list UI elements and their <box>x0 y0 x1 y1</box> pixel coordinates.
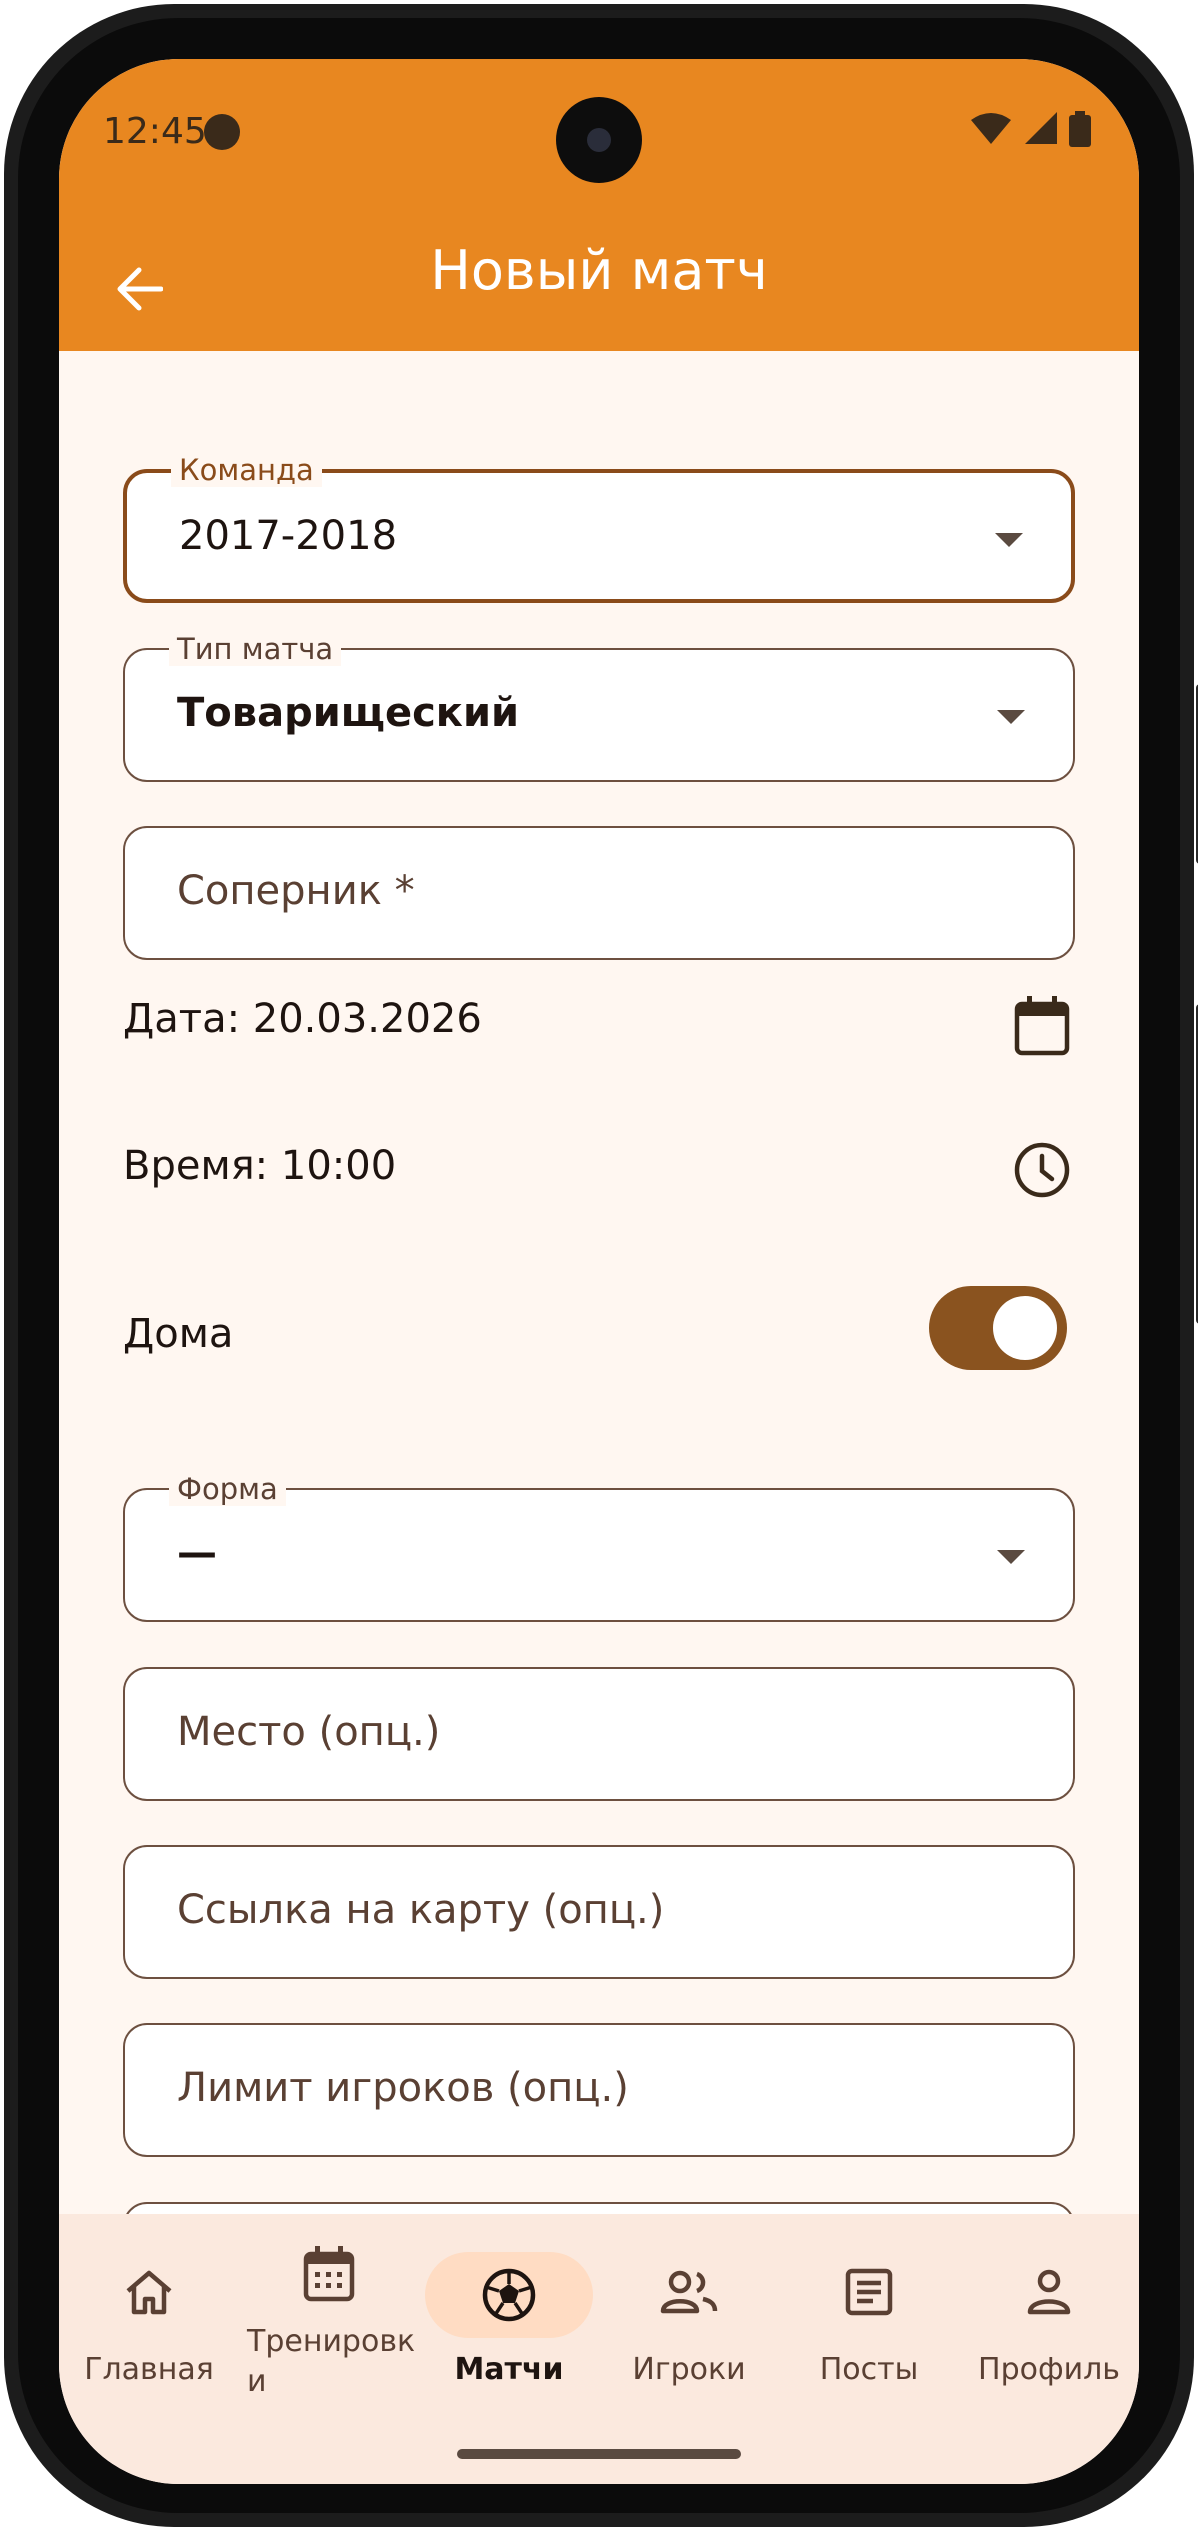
home-indicator[interactable] <box>457 2449 741 2459</box>
nav-label-players: Игроки <box>632 2352 746 2387</box>
status-icons <box>971 111 1091 147</box>
nav-icon-posts <box>829 2252 909 2332</box>
nav-label-profile: Профиль <box>978 2352 1120 2387</box>
nav-label-matches: Матчи <box>454 2352 564 2387</box>
calendar-icon <box>303 2246 355 2302</box>
nav-item-home[interactable]: Главная <box>59 2214 239 2414</box>
nav-item-matches[interactable]: Матчи <box>419 2214 599 2414</box>
nav-label-home: Главная <box>84 2352 214 2387</box>
front-camera <box>556 97 642 183</box>
home-label: Дома <box>123 1311 234 1357</box>
toggle-knob <box>993 1296 1057 1360</box>
notification-dot-icon <box>204 114 240 150</box>
nav-icon-profile <box>1009 2252 1089 2332</box>
nav-label-trainings: Тренировк и <box>247 2324 416 2399</box>
dropdown-arrow-icon <box>995 533 1023 547</box>
match-type-label: Тип матча <box>169 632 342 666</box>
nav-item-players[interactable]: Игроки <box>599 2214 779 2414</box>
uniform-label: Форма <box>169 1472 286 1506</box>
wifi-icon <box>971 113 1011 144</box>
person-icon <box>1027 2269 1071 2315</box>
status-time: 12:45 <box>103 111 207 152</box>
time-picker-button[interactable] <box>1009 1137 1075 1203</box>
time-text[interactable]: Время: 10:00 <box>123 1143 396 1189</box>
nav-item-profile[interactable]: Профиль <box>959 2214 1139 2414</box>
nav-icon-trainings <box>289 2234 369 2314</box>
uniform-dropdown[interactable]: Форма — <box>123 1472 1075 1622</box>
team-label: Команда <box>171 453 322 487</box>
signal-icon <box>1025 112 1057 144</box>
phone-frame: 12:45 Новый матч Команда 2017-2018 Тип м… <box>4 4 1198 2527</box>
map-link-placeholder: Ссылка на карту (опц.) <box>177 1887 665 1933</box>
nav-icon-home <box>109 2252 189 2332</box>
place-input[interactable]: Место (опц.) <box>123 1667 1075 1801</box>
match-type-value: Товарищеский <box>177 690 519 736</box>
screen: 12:45 Новый матч Команда 2017-2018 Тип м… <box>59 59 1139 2484</box>
clock-icon <box>1014 1142 1070 1198</box>
nav-item-trainings[interactable]: Тренировк и <box>239 2214 419 2414</box>
next-field-input[interactable] <box>123 2202 1075 2214</box>
dropdown-arrow-icon <box>997 1550 1025 1564</box>
team-value: 2017-2018 <box>179 513 398 559</box>
dropdown-arrow-icon <box>997 710 1025 724</box>
match-type-dropdown[interactable]: Тип матча Товарищеский <box>123 632 1075 782</box>
opponent-placeholder: Соперник * <box>177 868 415 914</box>
people-icon <box>660 2270 718 2314</box>
map-link-input[interactable]: Ссылка на карту (опц.) <box>123 1845 1075 1979</box>
home-icon <box>126 2270 172 2315</box>
app-bar: 12:45 Новый матч <box>59 59 1139 351</box>
date-picker-button[interactable] <box>1009 993 1075 1059</box>
bottom-navigation: Главная Тренировк и Матчи Игроки Посты П… <box>59 2214 1139 2484</box>
player-limit-placeholder: Лимит игроков (опц.) <box>177 2065 629 2111</box>
battery-icon <box>1069 111 1091 147</box>
nav-icon-players <box>649 2252 729 2332</box>
date-text[interactable]: Дата: 20.03.2026 <box>123 996 482 1042</box>
article-icon <box>845 2268 893 2316</box>
team-dropdown[interactable]: Команда 2017-2018 <box>123 453 1075 603</box>
nav-label-posts: Посты <box>819 2352 919 2387</box>
soccer-ball-icon <box>482 2268 536 2322</box>
place-placeholder: Место (опц.) <box>177 1709 441 1755</box>
player-limit-input[interactable]: Лимит игроков (опц.) <box>123 2023 1075 2157</box>
opponent-input[interactable]: Соперник * <box>123 826 1075 960</box>
page-title: Новый матч <box>430 239 768 302</box>
match-form: Команда 2017-2018 Тип матча Товарищеский… <box>59 351 1139 2214</box>
uniform-value: — <box>177 1530 217 1576</box>
nav-icon-matches <box>469 2255 549 2335</box>
calendar-icon <box>1014 996 1070 1056</box>
nav-item-posts[interactable]: Посты <box>779 2214 959 2414</box>
home-toggle[interactable] <box>929 1286 1067 1370</box>
